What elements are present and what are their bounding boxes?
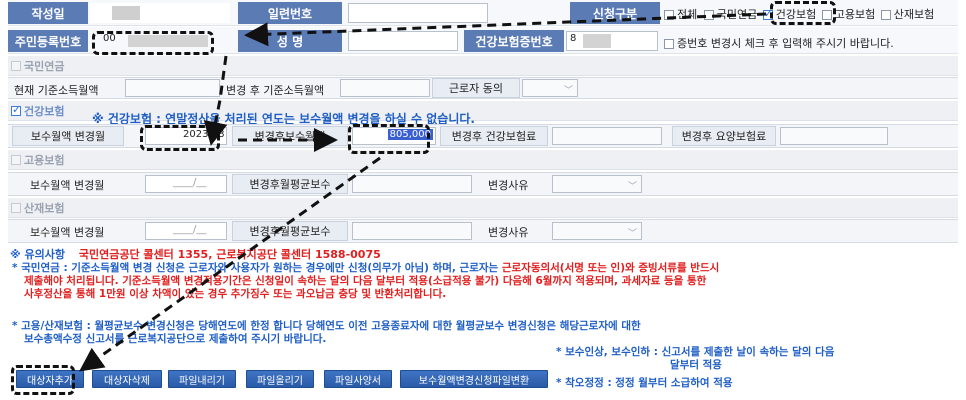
arrow-to-rrn: [244, 12, 767, 47]
annotation-arrows: [79, 12, 767, 372]
arrow-to-add-button: [79, 156, 381, 372]
arrow-to-month: [203, 55, 228, 146]
